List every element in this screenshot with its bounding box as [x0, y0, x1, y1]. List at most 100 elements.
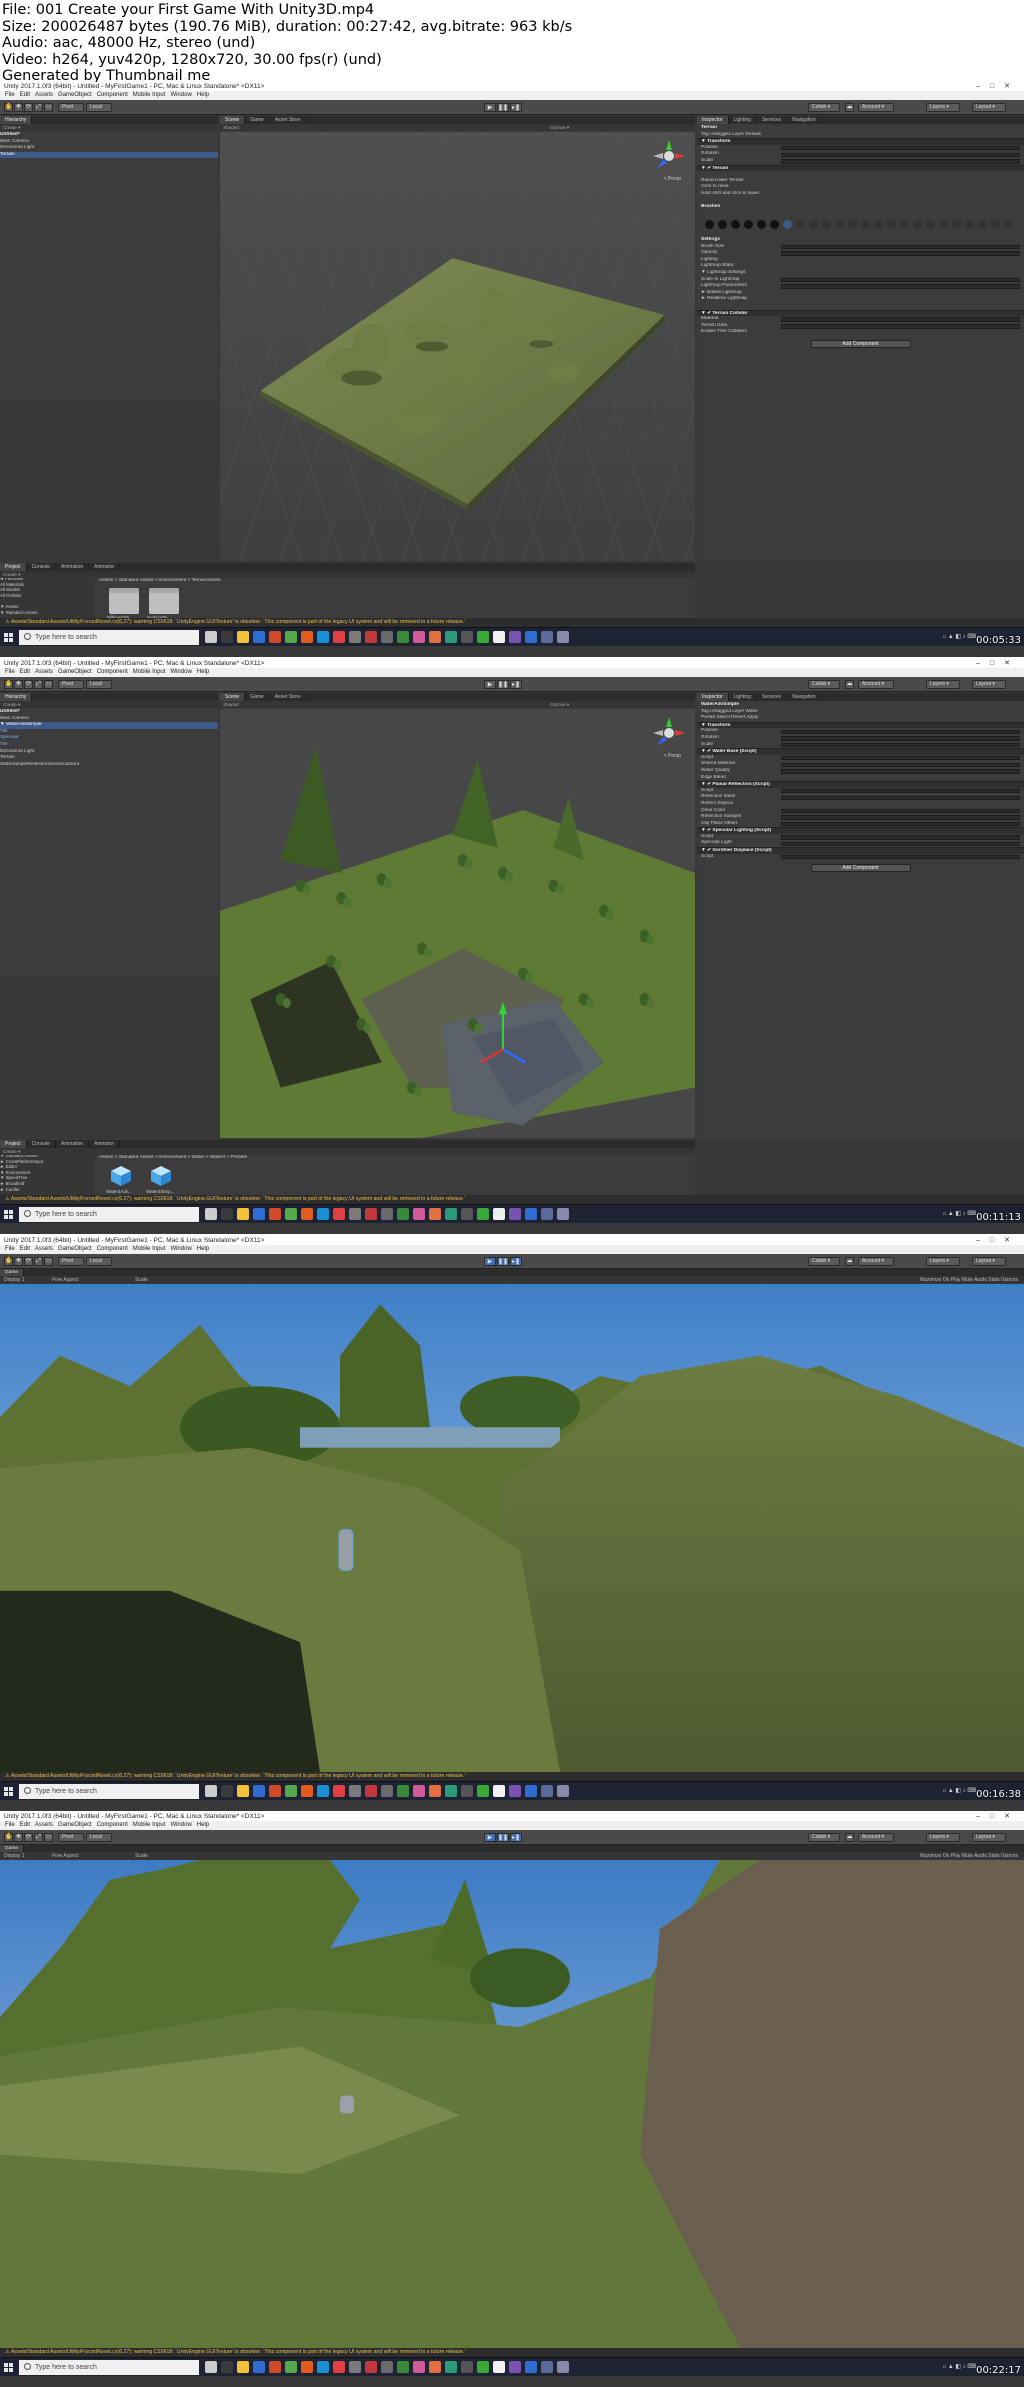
project-create-button[interactable]: Create ▾ — [0, 1148, 695, 1155]
collab-dropdown[interactable]: Collab ▾ — [808, 1257, 840, 1266]
taskbar-app-icon[interactable] — [205, 2361, 217, 2373]
taskbar-app-icon[interactable] — [317, 2361, 329, 2373]
taskbar-app-icon[interactable] — [301, 2361, 313, 2373]
taskbar-app-icon[interactable] — [429, 2361, 441, 2373]
system-tray[interactable]: ⌂ ▲ ◧ ♪ ⌨ — [942, 1210, 976, 1217]
hierarchy-item[interactable]: Untitled* — [0, 709, 218, 716]
taskbar-app-icon[interactable] — [285, 2361, 297, 2373]
inspector-row[interactable]: Reflection Mask — [697, 794, 1024, 801]
component-header[interactable]: ▼ ✔ Gerstner Displace (Script) — [697, 847, 1024, 854]
taskbar-app-icon[interactable] — [461, 1785, 473, 1797]
menu-item[interactable]: GameObject — [58, 92, 92, 98]
hierarchy-create-button[interactable]: Create ▾ — [0, 124, 218, 131]
taskbar-app-icon[interactable] — [301, 631, 313, 643]
windows-start-icon[interactable] — [4, 2363, 13, 2372]
layout-dropdown[interactable]: Layout ▾ — [972, 1833, 1006, 1842]
taskbar-app-icon[interactable] — [493, 1785, 505, 1797]
hand-tool-icon[interactable]: ✋ — [4, 103, 13, 112]
move-tool-icon[interactable]: ✥ — [14, 1257, 23, 1266]
taskbar-app-icon[interactable] — [237, 1208, 249, 1220]
inspector-field[interactable] — [781, 324, 1020, 329]
hierarchy-create-button[interactable]: Create ▾ — [0, 701, 218, 708]
rotate-tool-icon[interactable]: ⟳ — [24, 1257, 33, 1266]
taskbar-app-icon[interactable] — [333, 631, 345, 643]
component-header[interactable]: ▼ Transform — [697, 138, 1024, 145]
taskbar-app-icon[interactable] — [381, 2361, 393, 2373]
menu-item[interactable]: Window — [170, 1246, 191, 1252]
inspector-field[interactable] — [781, 762, 1020, 768]
taskbar-app-icon[interactable] — [413, 1785, 425, 1797]
menu-item[interactable]: Help — [197, 1246, 209, 1252]
taskbar-app-icon[interactable] — [349, 631, 361, 643]
pause-button[interactable]: ❚❚ — [497, 103, 509, 112]
taskbar-app-icon[interactable] — [253, 1785, 265, 1797]
taskbar-app-icon[interactable] — [525, 1785, 537, 1797]
console-status-bar[interactable]: ⚠ Assets/Standard Assets/Utility/ForcedR… — [0, 2348, 1024, 2357]
inspector-field[interactable] — [781, 769, 1020, 774]
pause-button[interactable]: ❚❚ — [497, 1257, 509, 1266]
play-button[interactable]: ▶ — [484, 103, 496, 112]
taskbar-app-icon[interactable] — [461, 631, 473, 643]
taskbar-app-icon[interactable] — [493, 631, 505, 643]
inspector-row[interactable]: Terrain Data — [697, 323, 1024, 330]
tab-lighting[interactable]: Lighting — [729, 116, 758, 124]
taskbar-app-icon[interactable] — [365, 1208, 377, 1220]
tab-animator[interactable]: Animator — [89, 563, 121, 571]
inspector-field[interactable] — [781, 317, 1020, 322]
collab-dropdown[interactable]: Collab ▾ — [808, 680, 840, 689]
taskbar-app-icon[interactable] — [509, 1208, 521, 1220]
account-dropdown[interactable]: Account ▾ — [858, 1833, 894, 1842]
taskbar-search-box[interactable]: Type here to search — [19, 2360, 199, 2375]
tab-navigation[interactable]: Navigation — [787, 116, 822, 124]
tab-console[interactable]: Console — [27, 1140, 56, 1148]
taskbar-app-icon[interactable] — [445, 1208, 457, 1220]
taskbar-app-icon[interactable] — [461, 2361, 473, 2373]
menu-item[interactable]: Edit — [20, 1246, 30, 1252]
taskbar-app-icon[interactable] — [541, 631, 553, 643]
taskbar-app-icon[interactable] — [365, 2361, 377, 2373]
local-toggle[interactable]: Local — [86, 680, 112, 689]
taskbar-app-icon[interactable] — [397, 2361, 409, 2373]
play-button[interactable]: ▶ — [484, 1833, 496, 1842]
account-dropdown[interactable]: Account ▾ — [858, 103, 894, 112]
inspector-row[interactable]: Rotation — [697, 735, 1024, 742]
inspector-field[interactable] — [781, 821, 1020, 827]
menu-item[interactable]: Assets — [35, 92, 53, 98]
menu-item[interactable]: Component — [97, 669, 128, 675]
taskbar-app-icon[interactable] — [237, 2361, 249, 2373]
menu-item[interactable]: Assets — [35, 1822, 53, 1828]
project-tree-item[interactable]: ► Conifer — [0, 1187, 95, 1193]
tab-inspector[interactable]: Inspector — [697, 116, 729, 124]
display-dropdown[interactable]: Display 1 — [4, 1852, 25, 1860]
taskbar-app-icon[interactable] — [429, 1208, 441, 1220]
aspect-dropdown[interactable]: Free Aspect — [52, 1852, 79, 1860]
inspector-row[interactable]: Script — [697, 788, 1024, 795]
account-dropdown[interactable]: Account ▾ — [858, 1257, 894, 1266]
taskbar-app-icon[interactable] — [413, 631, 425, 643]
taskbar-app-icon[interactable] — [349, 2361, 361, 2373]
tab-project[interactable]: Project — [0, 563, 27, 571]
step-button[interactable]: ▸❚ — [510, 1257, 522, 1266]
inspector-field[interactable] — [781, 729, 1020, 735]
inspector-row[interactable]: Position — [697, 728, 1024, 735]
taskbar-app-icon[interactable] — [397, 1785, 409, 1797]
rect-tool-icon[interactable]: ▭ — [44, 1833, 53, 1842]
local-toggle[interactable]: Local — [86, 1833, 112, 1842]
folder-icon[interactable] — [109, 588, 139, 614]
inspector-row[interactable]: Water Quality — [697, 768, 1024, 775]
inspector-field[interactable] — [781, 854, 1020, 860]
taskbar-app-icon[interactable] — [525, 2361, 537, 2373]
taskbar-app-icon[interactable] — [445, 2361, 457, 2373]
component-header[interactable]: ▼ ✔ Specular Lighting (Script) — [697, 827, 1024, 834]
game-view-options[interactable]: Maximize On Play Mute Audio Stats Gizmos — [920, 1276, 1018, 1284]
hierarchy-item[interactable]: ▼ WaterAdvSimple — [0, 722, 218, 729]
rect-tool-icon[interactable]: ▭ — [44, 680, 53, 689]
hand-tool-icon[interactable]: ✋ — [4, 680, 13, 689]
taskbar-app-icon[interactable] — [525, 1208, 537, 1220]
taskbar-app-icon[interactable] — [493, 2361, 505, 2373]
taskbar-app-icon[interactable] — [269, 1208, 281, 1220]
inspector-field[interactable] — [781, 755, 1020, 761]
inspector-field[interactable] — [781, 244, 1020, 250]
component-header[interactable]: ▼ ✔ Water Base (Script) — [697, 748, 1024, 755]
system-tray[interactable]: ⌂ ▲ ◧ ♪ ⌨ — [942, 633, 976, 640]
